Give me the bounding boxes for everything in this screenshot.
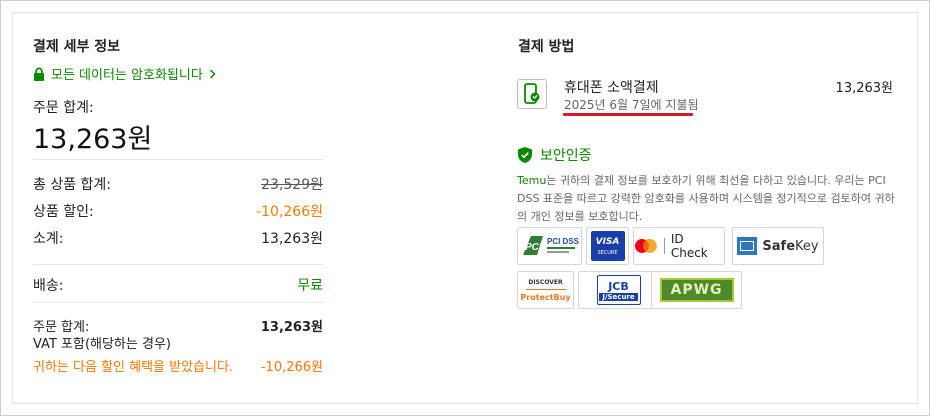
- amex-icon: [737, 237, 758, 255]
- order-total-label: 주문 합계:: [33, 100, 94, 116]
- pci-dss-text: PCI DSS: [547, 237, 579, 246]
- discover-text: DISCOVER: [528, 278, 563, 286]
- discount-note: 귀하는 다음 할인 혜택을 받았습니다.: [33, 360, 234, 375]
- lock-icon: [34, 67, 44, 81]
- payment-details-title: 결제 세부 정보: [33, 39, 121, 55]
- visa-secure-badge: VISA SECURE: [586, 227, 629, 265]
- pci-dss-logo: PCI PCI DSS: [522, 236, 579, 255]
- divider: [33, 302, 323, 303]
- security-text: 는 귀하의 결제 정보를 보호하기 위해 최선을 다하고 있습니다. 우리는 P…: [517, 174, 895, 223]
- highlight-underline: [563, 113, 693, 116]
- safekey-text-2: Key: [795, 238, 819, 254]
- phone-icon: [524, 83, 540, 104]
- order-total-amount: 13,263원: [33, 124, 153, 155]
- pci-dss-badge: PCI PCI DSS: [517, 227, 582, 265]
- subtotal-label: 소계:: [33, 231, 64, 247]
- jcb-text: JCB: [608, 279, 629, 293]
- vat-note: VAT 포함(해당하는 경우): [33, 337, 171, 352]
- security-description: Temu는 귀하의 결제 정보를 보호하기 위해 최선을 다하고 있습니다. 우…: [517, 172, 897, 226]
- apwg-text: APWG: [670, 282, 723, 298]
- amex-safekey-badge: SafeKey: [732, 227, 824, 265]
- mastercard-icon: [634, 239, 657, 253]
- encryption-link[interactable]: 모든 데이터는 암호화됩니다: [33, 64, 216, 83]
- shipping-value: 무료: [297, 278, 323, 294]
- divider: [33, 159, 323, 160]
- encryption-text: 모든 데이터는 암호화됩니다: [51, 68, 203, 83]
- protectbuy-text: ProtectBuy: [520, 292, 571, 302]
- security-title: 보안인증: [540, 148, 592, 164]
- visa-text: VISA: [595, 236, 620, 247]
- safekey-text: Safe: [762, 238, 796, 254]
- item-discount-label: 상품 할인:: [33, 204, 94, 220]
- payment-details-card: 결제 세부 정보 모든 데이터는 암호화됩니다 주문 합계: 13,263원 총…: [12, 12, 918, 404]
- jsecure-text: J/Secure: [599, 292, 638, 301]
- item-discount-value: -10,266원: [256, 204, 323, 220]
- payment-method-name: 휴대폰 소액결제: [564, 80, 659, 96]
- items-total-label: 총 상품 합계:: [33, 177, 112, 193]
- items-total-value: 23,529원: [261, 177, 323, 193]
- final-total-value: 13,263원: [260, 320, 323, 335]
- shield-check-icon: [518, 147, 532, 163]
- mobile-payment-icon: [517, 79, 547, 109]
- jcb-jsecure-badge: JCB J/Secure: [578, 271, 659, 309]
- id-check-text: ID Check: [670, 232, 708, 260]
- payment-date: 2025년 6월 7일에 지불됨: [564, 98, 699, 112]
- shipping-label: 배송:: [33, 278, 64, 294]
- payment-amount: 13,263원: [835, 81, 893, 96]
- svg-text:PCI: PCI: [525, 242, 542, 253]
- brand-name: Temu: [517, 174, 547, 187]
- visa-secure-text: SECURE: [597, 249, 618, 256]
- security-header: 보안인증: [517, 145, 592, 165]
- payment-method-title: 결제 방법: [518, 39, 575, 55]
- apwg-badge: APWG: [651, 271, 742, 309]
- chevron-right-icon: [209, 68, 216, 79]
- mastercard-id-check-badge: ID Check: [633, 227, 725, 265]
- discover-protectbuy-badge: DISCOVER ProtectBuy: [517, 271, 574, 309]
- discount-note-value: -10,266원: [260, 360, 323, 375]
- subtotal-value: 13,263원: [261, 231, 323, 247]
- divider: [33, 264, 323, 265]
